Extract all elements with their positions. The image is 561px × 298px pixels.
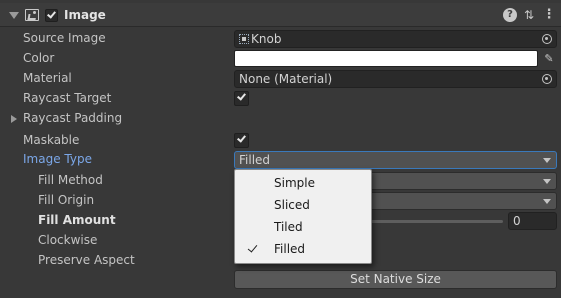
fill-amount-label: Fill Amount [38,213,116,227]
image-type-label: Image Type [23,152,92,166]
source-image-row: Source Image Knob [0,29,561,49]
color-label: Color [23,51,55,65]
fill-origin-label: Fill Origin [38,193,95,207]
object-picker-icon[interactable] [542,34,552,44]
raycast-target-row: Raycast Target [0,89,561,109]
component-enabled-checkbox[interactable] [45,9,58,22]
color-row: Color ✎ [0,49,561,69]
image-type-value: Filled [239,153,271,167]
component-title: Image [64,8,106,22]
maskable-checkbox[interactable] [234,133,249,148]
raycast-target-checkbox[interactable] [234,91,249,106]
checkmark-icon [247,242,258,253]
material-row: Material None (Material) [0,69,561,89]
foldout-arrow-icon[interactable] [9,12,19,19]
material-value: None (Material) [239,72,333,86]
chevron-down-icon [543,199,551,204]
raycast-padding-label[interactable]: Raycast Padding [23,111,122,125]
fill-amount-input[interactable]: 0 [508,212,557,230]
set-native-size-button[interactable]: Set Native Size [234,270,557,289]
image-component-header[interactable]: Image ? ⇅ ⋮ [0,3,561,27]
checkmark-icon [237,133,246,143]
popup-option-sliced[interactable]: Sliced [235,195,371,217]
popup-option-tiled[interactable]: Tiled [235,217,371,239]
clockwise-label: Clockwise [38,233,98,247]
chevron-down-icon [543,158,551,163]
presets-icon[interactable]: ⇅ [522,8,536,22]
material-field[interactable]: None (Material) [234,70,557,88]
source-image-field[interactable]: Knob [234,30,557,48]
object-picker-icon[interactable] [542,74,552,84]
checkmark-icon [237,91,246,101]
chevron-down-icon [543,179,551,184]
foldout-arrow-icon[interactable] [11,115,17,123]
source-image-value: Knob [251,32,282,46]
sprite-icon [239,34,249,44]
raycast-padding-row[interactable]: Raycast Padding [0,109,561,129]
image-type-dropdown[interactable]: Filled [234,151,557,169]
source-image-label: Source Image [23,31,106,45]
checkmark-icon [47,9,56,19]
image-component-icon [25,9,39,21]
context-menu-icon[interactable]: ⋮ [542,8,556,22]
maskable-row: Maskable [0,131,561,151]
fill-method-label: Fill Method [38,173,103,187]
popup-option-filled[interactable]: Filled [235,239,371,261]
fill-amount-slider[interactable] [371,220,503,223]
eyedropper-icon[interactable]: ✎ [541,50,557,67]
popup-option-simple[interactable]: Simple [235,173,371,195]
color-swatch[interactable] [234,50,538,67]
image-type-popup-menu: Simple Sliced Tiled Filled [234,169,372,264]
image-type-row: Image Type Filled [0,150,561,170]
material-label: Material [23,71,72,85]
maskable-label: Maskable [23,133,80,147]
help-icon[interactable]: ? [503,8,517,22]
raycast-target-label: Raycast Target [23,91,112,105]
preserve-aspect-label: Preserve Aspect [38,253,135,267]
